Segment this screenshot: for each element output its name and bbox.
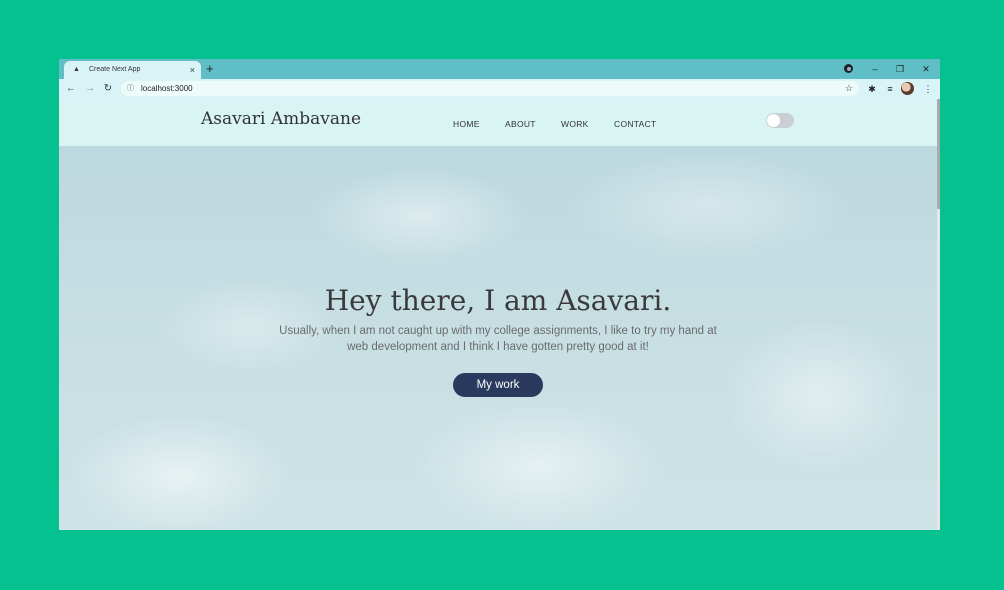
nav-link-work[interactable]: WORK [561, 119, 589, 129]
nav-link-contact[interactable]: CONTACT [614, 119, 657, 129]
my-work-button[interactable]: My work [453, 373, 543, 397]
browser-window: ▲ Create Next App × + – ❐ ✕ ← → ↻ ⓘ loca… [59, 59, 940, 530]
restore-icon[interactable]: ❐ [890, 59, 910, 79]
page-scrollbar[interactable] [937, 99, 940, 530]
browser-toolbar: ← → ↻ ⓘ localhost:3000 ☆ ✱ ≡ ⋮ [59, 79, 940, 99]
bookmark-star-icon[interactable]: ☆ [845, 81, 853, 96]
new-tab-icon[interactable]: + [206, 60, 214, 78]
site-navbar: Asavari Ambavane HOME ABOUT WORK CONTACT [59, 99, 937, 146]
tab-strip: ▲ Create Next App × + – ❐ ✕ [59, 59, 940, 79]
browser-tab[interactable]: ▲ Create Next App × [64, 61, 201, 79]
tab-close-icon[interactable]: × [190, 61, 195, 79]
hero-title: Hey there, I am Asavari. [324, 284, 672, 317]
address-url[interactable]: localhost:3000 [141, 81, 193, 96]
extensions-icon[interactable]: ✱ [865, 79, 879, 99]
address-bar[interactable]: ⓘ localhost:3000 ☆ [121, 81, 859, 96]
window-close-icon[interactable]: ✕ [916, 59, 936, 79]
toggle-knob [767, 114, 780, 127]
profile-avatar[interactable] [901, 82, 914, 95]
scrollbar-thumb[interactable] [937, 99, 940, 209]
theme-toggle[interactable] [766, 113, 794, 128]
hero-subtitle: Usually, when I am not caught up with my… [279, 325, 717, 353]
minimize-icon[interactable]: – [865, 59, 885, 79]
forward-icon[interactable]: → [83, 79, 97, 99]
site-brand[interactable]: Asavari Ambavane [201, 109, 361, 129]
nav-link-about[interactable]: ABOUT [505, 119, 536, 129]
profile-badge-icon[interactable] [844, 64, 853, 73]
back-icon[interactable]: ← [64, 79, 78, 99]
tab-title: Create Next App [89, 66, 141, 73]
reading-list-icon[interactable]: ≡ [883, 79, 897, 99]
reload-icon[interactable]: ↻ [101, 79, 115, 99]
site-info-icon[interactable]: ⓘ [127, 81, 134, 96]
browser-menu-icon[interactable]: ⋮ [921, 79, 935, 99]
nav-link-home[interactable]: HOME [453, 119, 480, 129]
nextjs-favicon-icon: ▲ [73, 66, 80, 73]
page-viewport: Asavari Ambavane HOME ABOUT WORK CONTACT… [59, 99, 940, 530]
